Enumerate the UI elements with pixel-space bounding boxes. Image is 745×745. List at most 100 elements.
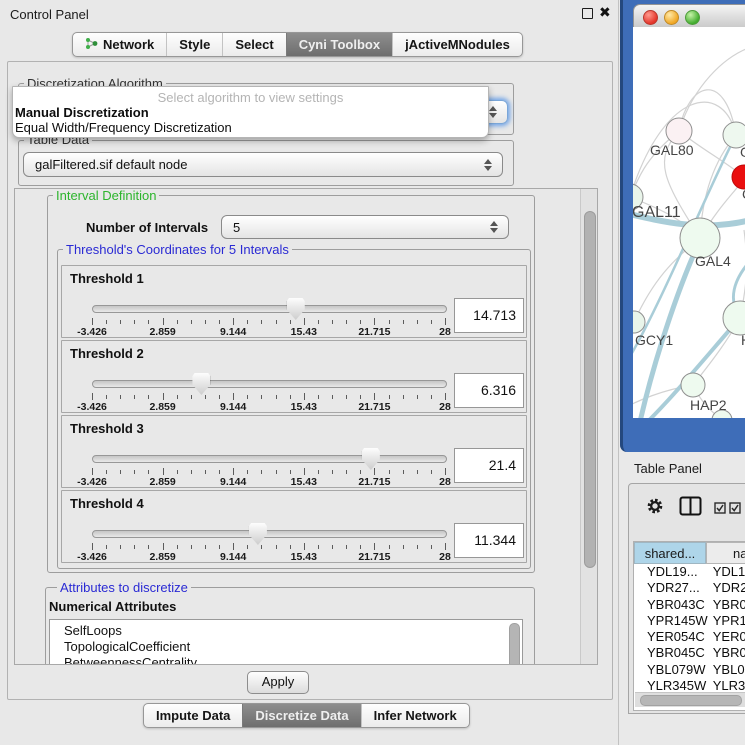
tab-network[interactable]: Network (73, 33, 166, 56)
table-row[interactable]: YDL19...YDL1 (634, 564, 745, 580)
table-horizontal-scrollbar[interactable] (635, 692, 745, 707)
slider-tick (374, 468, 375, 475)
tab-discretize-data[interactable]: Discretize Data (242, 704, 360, 727)
network-node[interactable] (680, 218, 720, 258)
tab-select[interactable]: Select (222, 33, 285, 56)
cell-shared-name[interactable]: YBL079W (634, 662, 709, 678)
network-graph[interactable]: GAL80GACGAL11GAL4GCY1HHAP2 (633, 27, 745, 418)
table-row[interactable]: YDR27...YDR2 (634, 580, 745, 596)
network-edge[interactable] (679, 47, 745, 131)
slider-tick (445, 318, 446, 325)
scrollbar-thumb[interactable] (640, 695, 742, 706)
table-row[interactable]: YER054CYER0 (634, 629, 745, 645)
cell-name[interactable]: YBR0 (709, 597, 745, 613)
slider-track[interactable] (92, 455, 447, 463)
slider-tick (290, 395, 291, 399)
cell-name[interactable]: YER0 (709, 629, 745, 645)
attribute-list-item[interactable]: TopologicalCoefficient (50, 639, 522, 655)
list-scrollbar[interactable] (509, 623, 520, 665)
minimize-light[interactable] (664, 10, 679, 25)
slider-tick (92, 543, 93, 550)
checkbox-icon[interactable] (729, 501, 741, 519)
threshold-value-field[interactable]: 14.713 (454, 298, 524, 333)
slider-tick (219, 395, 220, 399)
algorithm-dropdown-popup: Select algorithm to view settings Manual… (12, 86, 489, 138)
apply-button[interactable]: Apply (247, 671, 309, 694)
slider-scale-label: 15.43 (291, 551, 317, 563)
float-window-icon[interactable] (582, 8, 593, 19)
threshold-value-field[interactable]: 21.4 (454, 448, 524, 483)
network-node[interactable] (666, 118, 692, 144)
slider-tick (403, 470, 404, 474)
attribute-list-item[interactable]: BetweennessCentrality (50, 655, 522, 665)
tab-impute-data[interactable]: Impute Data (144, 704, 242, 727)
slider-tick (374, 543, 375, 550)
cell-name[interactable]: YBL0 (709, 662, 745, 678)
cell-name[interactable]: YDR2 (709, 580, 745, 596)
zoom-light[interactable] (685, 10, 700, 25)
cell-name[interactable]: YDL1 (709, 564, 745, 580)
table-row[interactable]: YBR045CYBR0 (634, 645, 745, 661)
cell-shared-name[interactable]: YDR27... (634, 580, 709, 596)
close-icon[interactable]: ✖ (599, 4, 611, 21)
close-light[interactable] (643, 10, 658, 25)
combo-arrows-icon (489, 106, 498, 118)
slider-tick (445, 468, 446, 475)
slider-tick (134, 545, 135, 549)
slider-thumb[interactable] (362, 448, 380, 470)
table-row[interactable]: YPR145WYPR1 (634, 613, 745, 629)
tab-style[interactable]: Style (166, 33, 222, 56)
slider-thumb[interactable] (192, 373, 210, 395)
slider-thumb[interactable] (287, 298, 305, 320)
tab-cyni-toolbox[interactable]: Cyni Toolbox (286, 33, 392, 56)
cell-name[interactable]: YPR1 (709, 613, 745, 629)
table-row[interactable]: YBL079WYBL0 (634, 662, 745, 678)
attribute-list-item[interactable]: SelfLoops (50, 623, 522, 639)
slider-scale-label: 28 (439, 326, 451, 338)
threshold-value-field[interactable]: 11.344 (454, 523, 524, 558)
table-row[interactable]: YBR043CYBR0 (634, 597, 745, 613)
number-of-intervals-combobox[interactable]: 5 (221, 215, 509, 239)
table-data-combobox[interactable]: galFiltered.sif default node (23, 152, 503, 177)
slider-tick (163, 393, 164, 400)
threshold-value-field[interactable]: 6.316 (454, 373, 524, 408)
slider-track[interactable] (92, 380, 447, 388)
slider-tick (431, 320, 432, 324)
checkbox-icon[interactable] (714, 501, 726, 519)
split-columns-icon[interactable] (679, 496, 702, 521)
network-node[interactable] (723, 301, 745, 335)
cell-shared-name[interactable]: YER054C (634, 629, 709, 645)
tab-infer-network[interactable]: Infer Network (361, 704, 469, 727)
slider-tick (219, 470, 220, 474)
gear-icon[interactable] (646, 497, 664, 520)
cell-name[interactable]: YBR0 (709, 645, 745, 661)
slider-tick (431, 545, 432, 549)
cell-shared-name[interactable]: YDL19... (634, 564, 709, 580)
slider-tick (290, 320, 291, 324)
network-view-window[interactable]: GAL80GACGAL11GAL4GCY1HHAP2 (620, 0, 745, 452)
cell-shared-name[interactable]: YBR043C (634, 597, 709, 613)
slider-track[interactable] (92, 530, 447, 538)
slider-tick (290, 470, 291, 474)
slider-tick (389, 470, 390, 474)
dropdown-option-equal-width-frequency[interactable]: Equal Width/Frequency Discretization (13, 120, 488, 135)
network-canvas[interactable]: GAL80GACGAL11GAL4GCY1HHAP2 (633, 27, 745, 418)
scrollbar-thumb[interactable] (584, 211, 596, 568)
dropdown-option-manual-discretization[interactable]: Manual Discretization (13, 105, 488, 120)
network-window-titlebar[interactable] (633, 4, 745, 29)
tab-jactivemnodules[interactable]: jActiveMNodules (392, 33, 522, 56)
slider-tick (205, 545, 206, 549)
column-header-name[interactable]: na (706, 542, 745, 564)
thresholds-list: Threshold 1 -3.4262.8599.14415.4321.7152… (57, 249, 529, 567)
slider-tick (360, 545, 361, 549)
slider-tick (261, 545, 262, 549)
cell-shared-name[interactable]: YPR145W (634, 613, 709, 629)
slider-scale-label: 21.715 (358, 401, 390, 413)
column-header-shared-name[interactable]: shared... (634, 542, 706, 564)
settings-vertical-scrollbar[interactable] (580, 189, 597, 664)
network-node[interactable] (681, 373, 705, 397)
cell-shared-name[interactable]: YBR045C (634, 645, 709, 661)
slider-thumb[interactable] (249, 523, 267, 545)
slider-track[interactable] (92, 305, 447, 313)
slider-scale-label: 21.715 (358, 326, 390, 338)
